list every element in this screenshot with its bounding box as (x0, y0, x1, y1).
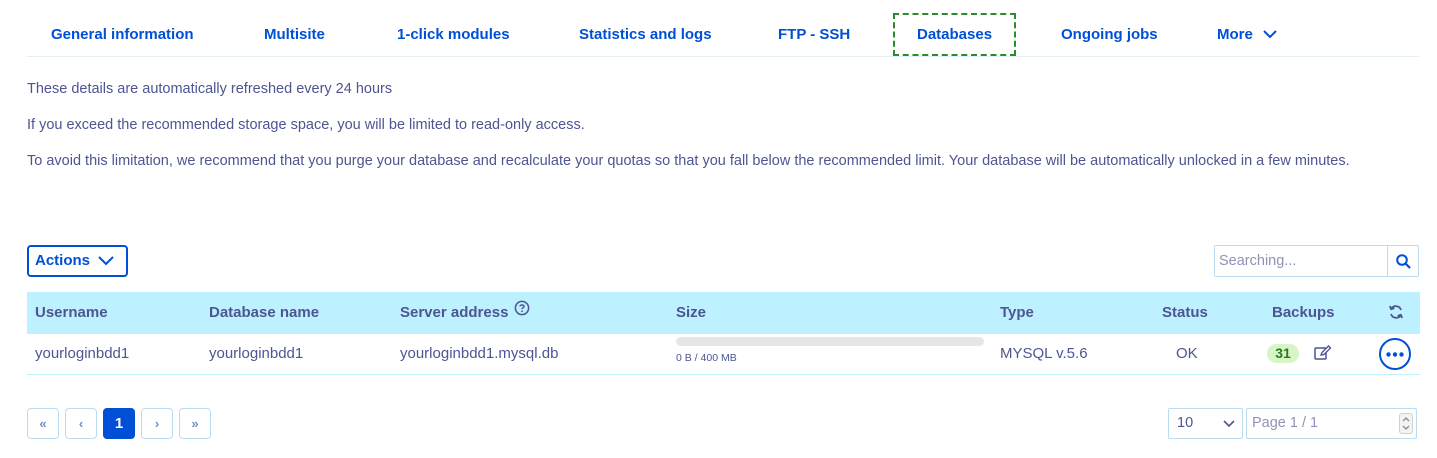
column-size[interactable]: Size (676, 292, 706, 334)
table-header: Username Database name Server address Si… (27, 292, 1420, 334)
per-page-select[interactable]: 10 (1168, 408, 1243, 439)
column-server-address[interactable]: Server address (400, 292, 530, 334)
edit-icon[interactable] (1314, 345, 1332, 366)
last-page-button[interactable]: » (179, 408, 211, 439)
tab-general-information[interactable]: General information (51, 14, 194, 56)
tab-bar: General information Multisite 1-click mo… (27, 12, 1419, 57)
column-database-name[interactable]: Database name (209, 292, 319, 334)
actions-button[interactable]: Actions (27, 245, 128, 277)
column-status[interactable]: Status (1162, 292, 1208, 334)
refresh-notice: These details are automatically refreshe… (27, 81, 393, 97)
tab-more[interactable]: More (1217, 14, 1277, 56)
chevron-down-icon (1263, 14, 1277, 56)
cell-username: yourloginbdd1 (35, 345, 130, 362)
storage-notice: If you exceed the recommended storage sp… (27, 117, 585, 133)
search-box (1214, 245, 1419, 277)
tab-databases[interactable]: Databases (893, 13, 1017, 56)
column-username[interactable]: Username (35, 292, 108, 334)
search-input[interactable] (1215, 246, 1387, 276)
tab-ftp-ssh[interactable]: FTP - SSH (778, 14, 850, 56)
chevron-down-icon (98, 256, 114, 266)
tab-more-label: More (1217, 26, 1253, 43)
next-page-button[interactable]: › (141, 408, 173, 439)
tab-statistics-and-logs[interactable]: Statistics and logs (579, 14, 712, 56)
tab-ongoing-jobs[interactable]: Ongoing jobs (1061, 14, 1158, 56)
page-spinner[interactable] (1399, 413, 1413, 434)
question-circle-icon[interactable] (514, 291, 530, 333)
column-type[interactable]: Type (1000, 292, 1034, 334)
cell-server-address: yourloginbdd1.mysql.db (400, 345, 559, 362)
page-number-placeholder: Page 1 / 1 (1252, 415, 1319, 431)
size-label: 0 B / 400 MB (676, 352, 737, 364)
actions-label: Actions (35, 252, 91, 269)
column-server-address-label: Server address (400, 304, 509, 321)
backups-count-badge[interactable]: 31 (1267, 344, 1299, 363)
size-progress-bar (676, 337, 984, 346)
ellipsis-icon (1386, 351, 1404, 357)
chevron-down-icon (1223, 420, 1235, 428)
tab-1-click-modules[interactable]: 1-click modules (397, 14, 510, 56)
refresh-icon[interactable] (1388, 304, 1404, 322)
current-page-button[interactable]: 1 (103, 408, 135, 439)
cell-status: OK (1176, 345, 1198, 362)
row-menu-button[interactable] (1379, 338, 1411, 370)
page-number-input[interactable]: Page 1 / 1 (1246, 408, 1417, 439)
search-icon (1395, 253, 1411, 269)
table-row: yourloginbdd1 yourloginbdd1 yourloginbdd… (27, 334, 1420, 375)
per-page-value: 10 (1177, 415, 1194, 431)
cell-database-name: yourloginbdd1 (209, 345, 304, 362)
search-button[interactable] (1387, 246, 1418, 276)
prev-page-button[interactable]: ‹ (65, 408, 97, 439)
tab-multisite[interactable]: Multisite (264, 14, 325, 56)
first-page-button[interactable]: « (27, 408, 59, 439)
cell-type: MYSQL v.5.6 (1000, 345, 1088, 362)
purge-notice: To avoid this limitation, we recommend t… (27, 153, 1350, 169)
column-backups[interactable]: Backups (1272, 292, 1335, 334)
